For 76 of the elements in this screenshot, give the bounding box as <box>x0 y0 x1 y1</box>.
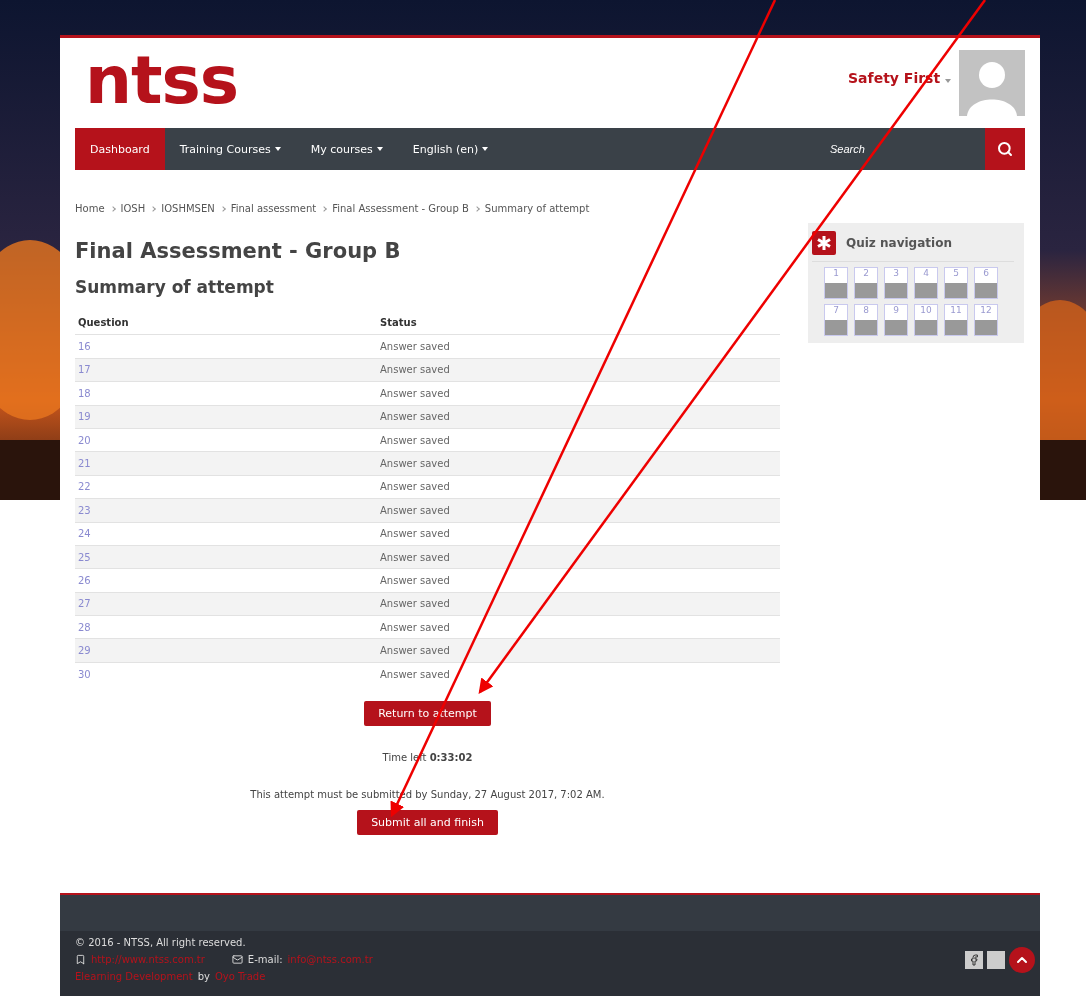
question-button[interactable]: 7 <box>824 304 848 336</box>
column-header: Question <box>78 317 130 329</box>
question-link[interactable]: 29 <box>78 645 91 657</box>
page-title: Final Assessment - Group B <box>75 239 402 263</box>
logo: ntss <box>84 50 239 112</box>
question-link[interactable]: 18 <box>78 387 91 399</box>
status-cell-text: Answer saved <box>380 621 451 633</box>
status-cell-text: Answer saved <box>380 411 451 423</box>
status-cell-text: Answer saved <box>380 528 451 540</box>
scroll-top-button[interactable] <box>1009 946 1035 973</box>
status-cell-text: Answer saved <box>380 668 451 680</box>
question-link[interactable]: 28 <box>78 621 91 633</box>
column-header: Status <box>380 317 418 329</box>
question-link[interactable]: 30 <box>78 668 91 680</box>
breadcrumb-link[interactable]: Final assessment <box>230 203 317 214</box>
email-link[interactable]: info@ntss.com.tr <box>287 954 373 965</box>
email-label: E-mail: <box>247 954 283 965</box>
status-cell-text: Answer saved <box>380 551 451 563</box>
question-link[interactable]: 17 <box>78 364 91 376</box>
asterisk-icon <box>812 231 836 255</box>
question-button[interactable]: 2 <box>854 267 878 299</box>
question-link[interactable]: 19 <box>78 411 91 423</box>
status-cell-text: Answer saved <box>380 434 451 446</box>
question-button[interactable]: 8 <box>854 304 878 336</box>
company-link[interactable]: Oyo Trade <box>214 971 266 982</box>
nav-item[interactable]: Dashboard <box>75 128 165 170</box>
social-icon[interactable] <box>987 950 1005 969</box>
status-cell-text: Answer saved <box>380 481 451 493</box>
breadcrumb-link[interactable]: Summary of attempt <box>484 203 590 214</box>
question-button[interactable]: 11 <box>944 304 968 336</box>
status-cell-text: Answer saved <box>380 645 451 657</box>
question-link[interactable]: 23 <box>78 504 91 516</box>
credit-link[interactable]: Elearning Development <box>75 971 193 982</box>
breadcrumb-link[interactable]: IOSHMSEN <box>161 203 215 214</box>
mail-icon <box>231 954 243 965</box>
status-cell-text: Answer saved <box>380 458 451 470</box>
status-cell-text: Answer saved <box>380 364 451 376</box>
question-button[interactable]: 12 <box>974 304 998 336</box>
credit-text: by <box>197 971 210 982</box>
question-link[interactable]: 20 <box>78 434 91 446</box>
status-cell-text: Answer saved <box>380 575 451 586</box>
nav-item[interactable]: Training Courses <box>164 128 296 170</box>
submit-button[interactable]: Submit all and finish <box>357 810 498 836</box>
copyright-text: © 2016 - NTSS, All right reserved. <box>75 937 247 948</box>
bookmark-icon <box>75 954 86 965</box>
avatar-icon <box>959 50 1025 116</box>
nav-item[interactable]: My courses <box>295 128 398 170</box>
question-link[interactable]: 22 <box>78 481 91 493</box>
question-link[interactable]: 24 <box>78 528 91 540</box>
breadcrumb-link[interactable]: Final Assessment - Group B <box>332 203 469 214</box>
question-button[interactable]: 10 <box>914 304 938 336</box>
status-cell-text: Answer saved <box>380 387 451 399</box>
search-button[interactable] <box>985 128 1025 170</box>
section-title: Summary of attempt <box>75 277 275 297</box>
nav-item[interactable]: English (en) <box>397 128 504 170</box>
question-link[interactable]: 21 <box>78 458 91 470</box>
panel-title: Quiz navigation <box>846 236 952 250</box>
question-button[interactable]: 6 <box>974 267 998 299</box>
return-button[interactable]: Return to attempt <box>364 701 491 727</box>
breadcrumb-link[interactable]: Home <box>75 203 105 214</box>
breadcrumb-link[interactable]: IOSH <box>120 203 146 214</box>
facebook-icon[interactable] <box>965 950 983 969</box>
question-link[interactable]: 16 <box>78 341 91 353</box>
search-icon <box>997 141 1013 157</box>
website-link[interactable]: http://www.ntss.com.tr <box>91 954 205 965</box>
question-button[interactable]: 3 <box>884 267 908 299</box>
question-button[interactable]: 4 <box>914 267 938 299</box>
status-cell-text: Answer saved <box>380 341 451 353</box>
question-link[interactable]: 25 <box>78 551 91 563</box>
status-cell-text: Answer saved <box>380 504 451 516</box>
question-link[interactable]: 27 <box>78 598 91 610</box>
question-button[interactable]: 5 <box>944 267 968 299</box>
status-cell-text: Answer saved <box>380 598 451 610</box>
question-link[interactable]: 26 <box>78 575 91 586</box>
question-button[interactable]: 9 <box>884 304 908 336</box>
question-button[interactable]: 1 <box>824 267 848 299</box>
